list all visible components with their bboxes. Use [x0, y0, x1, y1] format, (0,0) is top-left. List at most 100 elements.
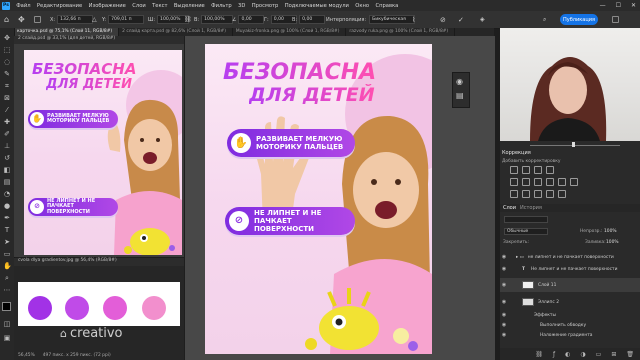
new-layer-icon[interactable]: ⊞: [611, 351, 616, 358]
minimize-icon[interactable]: —: [600, 2, 606, 9]
more-tools-icon[interactable]: ⋯: [3, 286, 11, 294]
curves-icon[interactable]: [534, 166, 542, 174]
invert-icon[interactable]: [510, 190, 518, 198]
zoom-slider-track[interactable]: [530, 145, 620, 146]
mask-icon[interactable]: ◐: [565, 351, 570, 358]
tab-2-slide-karta[interactable]: 2 слайд карта.psd @ 82,6% (Слой 1, RGB/8…: [119, 28, 233, 36]
foreground-color[interactable]: [2, 302, 11, 311]
effect-gradient-row[interactable]: ◉ Наложение градиента: [500, 330, 640, 340]
x-field[interactable]: 132,66 п: [57, 15, 94, 24]
effect-stroke-row[interactable]: ◉ Выполнить обводку: [500, 320, 640, 330]
posterize-icon[interactable]: [522, 190, 530, 198]
close-icon[interactable]: ✕: [631, 2, 636, 9]
levels-icon[interactable]: [522, 166, 530, 174]
skew-v-field[interactable]: 0,00: [299, 15, 326, 24]
y-field[interactable]: 709,01 п: [108, 15, 145, 24]
menu-view[interactable]: Просмотр: [249, 3, 282, 9]
black-white-icon[interactable]: [546, 178, 554, 186]
document-tab-gradients[interactable]: cvola dlya gradientov.jpg @ 56,4% (RGB/8…: [14, 258, 184, 266]
blend-mode-select[interactable]: Обычные: [504, 228, 548, 235]
history-brush-icon[interactable]: ↺: [3, 154, 11, 162]
menu-help[interactable]: Справка: [372, 3, 401, 9]
gradient-map-icon[interactable]: [546, 190, 554, 198]
history-icon[interactable]: ◉: [456, 77, 463, 86]
relative-icon[interactable]: △: [92, 15, 97, 24]
type-tool-icon[interactable]: T: [3, 226, 11, 234]
menu-edit[interactable]: Редактирование: [34, 3, 86, 9]
commit-transform-icon[interactable]: ✓: [458, 15, 464, 24]
path-select-icon[interactable]: ➤: [3, 238, 11, 246]
height-field[interactable]: 100,00%: [201, 15, 234, 24]
marquee-tool-icon[interactable]: ⬚: [3, 46, 11, 54]
layer-group-row[interactable]: ◉ ▸ ▭ не липнет и не пачкает поверхности: [500, 252, 640, 262]
layer-filter-search[interactable]: [504, 216, 548, 223]
fill-value[interactable]: 100%: [606, 240, 619, 245]
maximize-icon[interactable]: ☐: [616, 2, 621, 9]
clone-stamp-icon[interactable]: ⊥: [3, 142, 11, 150]
visibility-eye-icon[interactable]: ◉: [500, 282, 508, 288]
search-icon[interactable]: ⌕: [543, 15, 546, 24]
opacity-value[interactable]: 100%: [604, 229, 617, 234]
share-button[interactable]: Публикация: [560, 14, 598, 25]
cancel-transform-icon[interactable]: ⊘: [440, 15, 446, 24]
eyedropper-tool-icon[interactable]: ⁄: [3, 106, 11, 114]
move-tool-icon[interactable]: ✥: [18, 15, 25, 24]
angle-field[interactable]: 0,00: [238, 15, 265, 24]
menu-file[interactable]: Файл: [13, 3, 34, 9]
visibility-eye-icon[interactable]: ◉: [500, 322, 508, 328]
eraser-tool-icon[interactable]: ◧: [3, 166, 11, 174]
workspace-icon[interactable]: [612, 15, 619, 24]
quick-select-tool-icon[interactable]: ✎: [3, 70, 11, 78]
layer-ellipse-row[interactable]: ◉ Эллипс 2: [500, 295, 640, 309]
interpolation-select[interactable]: Бикубическая: [369, 15, 416, 24]
dodge-tool-icon[interactable]: ●: [3, 202, 11, 210]
screen-mode-icon[interactable]: ▣: [3, 334, 11, 342]
lasso-tool-icon[interactable]: ◌: [3, 58, 11, 66]
visibility-eye-icon[interactable]: ◉: [500, 312, 508, 318]
move-tool-icon[interactable]: ✥: [3, 34, 11, 42]
menu-window[interactable]: Окно: [352, 3, 372, 9]
zoom-level[interactable]: 56,45%: [18, 353, 35, 358]
crop-tool-icon[interactable]: ⌗: [3, 82, 11, 90]
new-group-icon[interactable]: ▭: [596, 351, 602, 358]
photo-filter-icon[interactable]: [558, 178, 566, 186]
layer-selected-row[interactable]: ◉ Слой 11: [500, 278, 640, 292]
visibility-eye-icon[interactable]: ◉: [500, 299, 508, 305]
tab-muyakiz[interactable]: Muyakiz-fronka.png @ 100% (Слой 1, RGB/8…: [233, 28, 347, 36]
brightness-icon[interactable]: [510, 166, 518, 174]
brush-tool-icon[interactable]: ✐: [3, 130, 11, 138]
color-balance-icon[interactable]: [534, 178, 542, 186]
visibility-eye-icon[interactable]: ◉: [500, 266, 508, 272]
menu-layers[interactable]: Слои: [129, 3, 149, 9]
link-icon[interactable]: ⛓: [184, 15, 192, 24]
tab-razvody[interactable]: razvody ruka.png @ 100% (Слой 1, RGB/8#): [346, 28, 456, 36]
warp-icon[interactable]: ⌇: [412, 15, 415, 24]
visibility-eye-icon[interactable]: ◉: [500, 332, 508, 338]
menu-plugins[interactable]: Подключаемые модули: [282, 3, 353, 9]
reference-point-icon[interactable]: [34, 15, 41, 24]
3d-mode-icon[interactable]: ◈: [480, 15, 485, 24]
document-tab-2-slide[interactable]: 2 слайд.psd @ 33,1% (для детей, RGB/8#): [14, 36, 184, 44]
zoom-slider-thumb[interactable]: [572, 142, 575, 147]
delete-layer-icon[interactable]: 🗑: [626, 351, 634, 358]
menu-3d[interactable]: 3D: [235, 3, 249, 9]
corrections-panel-title[interactable]: Коррекция: [502, 150, 531, 156]
threshold-icon[interactable]: [534, 190, 542, 198]
menu-text[interactable]: Текст: [149, 3, 171, 9]
fx-icon[interactable]: ƒ: [553, 351, 555, 358]
properties-icon[interactable]: ▤: [456, 91, 464, 100]
pen-tool-icon[interactable]: ✒: [3, 214, 11, 222]
channel-mixer-icon[interactable]: [570, 178, 578, 186]
hue-saturation-icon[interactable]: [522, 178, 530, 186]
visibility-eye-icon[interactable]: ◉: [500, 254, 508, 260]
blur-tool-icon[interactable]: ◔: [3, 190, 11, 198]
tab-kartochka[interactable]: карточка.psd @ 75,1% (Слой 11, RGB/8#): [14, 28, 120, 36]
menu-select[interactable]: Выделение: [171, 3, 208, 9]
effects-row[interactable]: ◉ Эффекты: [500, 310, 640, 320]
link-layers-icon[interactable]: ⛓: [535, 351, 543, 358]
zoom-tool-icon[interactable]: ⌕: [3, 274, 11, 282]
tab-layers[interactable]: Слои: [503, 205, 516, 211]
menu-filter[interactable]: Фильтр: [208, 3, 235, 9]
frame-tool-icon[interactable]: ⊠: [3, 94, 11, 102]
selective-color-icon[interactable]: [558, 190, 566, 198]
